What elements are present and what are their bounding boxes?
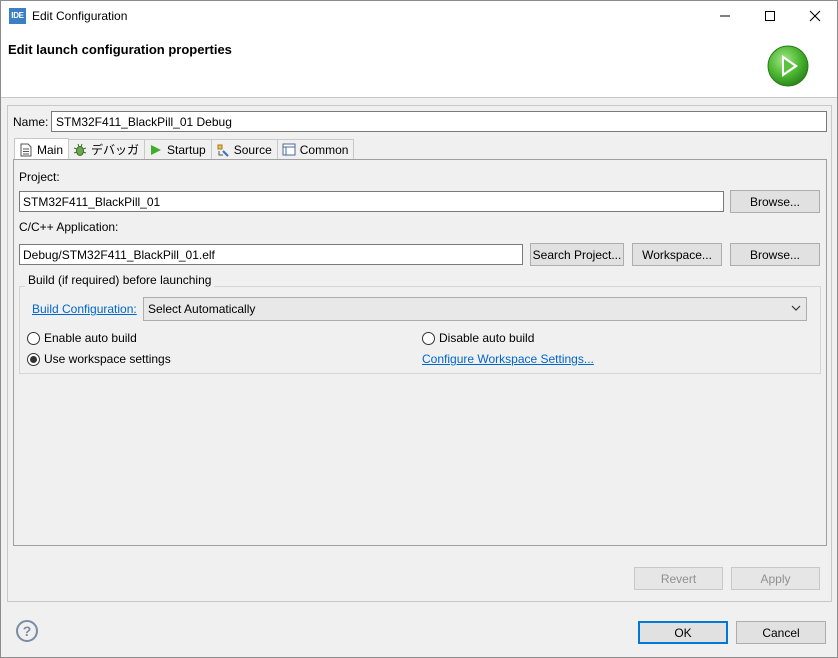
tab-startup[interactable]: Startup [145, 139, 212, 159]
ok-button[interactable]: OK [638, 621, 728, 644]
source-icon [216, 143, 230, 157]
project-browse-button[interactable]: Browse... [730, 190, 820, 213]
document-icon [19, 143, 33, 157]
cancel-button[interactable]: Cancel [736, 621, 826, 644]
tab-source[interactable]: Source [211, 139, 278, 159]
maximize-icon [764, 11, 775, 21]
tab-main[interactable]: Main [14, 138, 70, 160]
build-configuration-select[interactable]: Select Automatically [143, 297, 807, 321]
chevron-down-icon [791, 305, 801, 311]
run-icon [767, 45, 809, 87]
build-configuration-value: Select Automatically [148, 302, 256, 316]
disable-auto-build-radio[interactable]: Disable auto build [422, 331, 534, 345]
tab-debugger-label: デバッガ [91, 143, 140, 157]
tab-debugger[interactable]: デバッガ [69, 139, 146, 159]
close-button[interactable] [792, 1, 837, 31]
bug-icon [73, 143, 87, 157]
apply-button[interactable]: Apply [731, 567, 820, 590]
disable-auto-build-label: Disable auto build [439, 331, 535, 345]
name-label: Name: [13, 115, 49, 129]
application-label: C/C++ Application: [19, 220, 119, 234]
app-icon: IDE [9, 8, 26, 24]
build-configuration-link[interactable]: Build Configuration: [32, 302, 137, 316]
revert-button[interactable]: Revert [634, 567, 723, 590]
radio-circle-selected [27, 352, 40, 366]
minimize-icon [719, 15, 730, 17]
build-group-label: Build (if required) before launching [25, 273, 215, 287]
minimize-button[interactable] [702, 1, 747, 31]
title-bar: IDE Edit Configuration [1, 1, 837, 32]
radio-circle [422, 331, 435, 345]
common-icon [282, 143, 296, 157]
enable-auto-build-label: Enable auto build [44, 331, 137, 345]
edit-configuration-dialog: IDE Edit Configuration Edit launch confi… [0, 0, 838, 658]
tab-common-label: Common [299, 142, 349, 157]
maximize-button[interactable] [747, 1, 792, 31]
page-title: Edit launch configuration properties [8, 42, 232, 57]
play-icon [149, 143, 163, 157]
use-workspace-settings-radio[interactable]: Use workspace settings [27, 352, 171, 366]
use-workspace-settings-label: Use workspace settings [44, 352, 171, 366]
help-icon[interactable]: ? [16, 620, 38, 642]
tab-startup-label: Startup [167, 142, 206, 157]
tab-source-label: Source [233, 142, 272, 157]
configure-workspace-settings-link[interactable]: Configure Workspace Settings... [422, 352, 594, 366]
workspace-button[interactable]: Workspace... [632, 243, 722, 266]
tab-common[interactable]: Common [277, 139, 355, 159]
enable-auto-build-radio[interactable]: Enable auto build [27, 331, 137, 345]
tab-bar: Main デバッガ Startup Source Common [14, 138, 355, 160]
search-project-button[interactable]: Search Project... [530, 243, 624, 266]
application-field[interactable]: Debug/STM32F411_BlackPill_01.elf [19, 244, 523, 265]
project-field[interactable]: STM32F411_BlackPill_01 [19, 191, 724, 212]
project-label: Project: [19, 170, 60, 184]
header-banner: Edit launch configuration properties [1, 32, 837, 98]
window-title: Edit Configuration [32, 9, 128, 23]
tab-main-label: Main [37, 142, 64, 157]
radio-circle [27, 331, 40, 345]
name-field[interactable]: STM32F411_BlackPill_01 Debug [51, 111, 827, 132]
close-icon [809, 10, 820, 22]
application-browse-button[interactable]: Browse... [730, 243, 820, 266]
